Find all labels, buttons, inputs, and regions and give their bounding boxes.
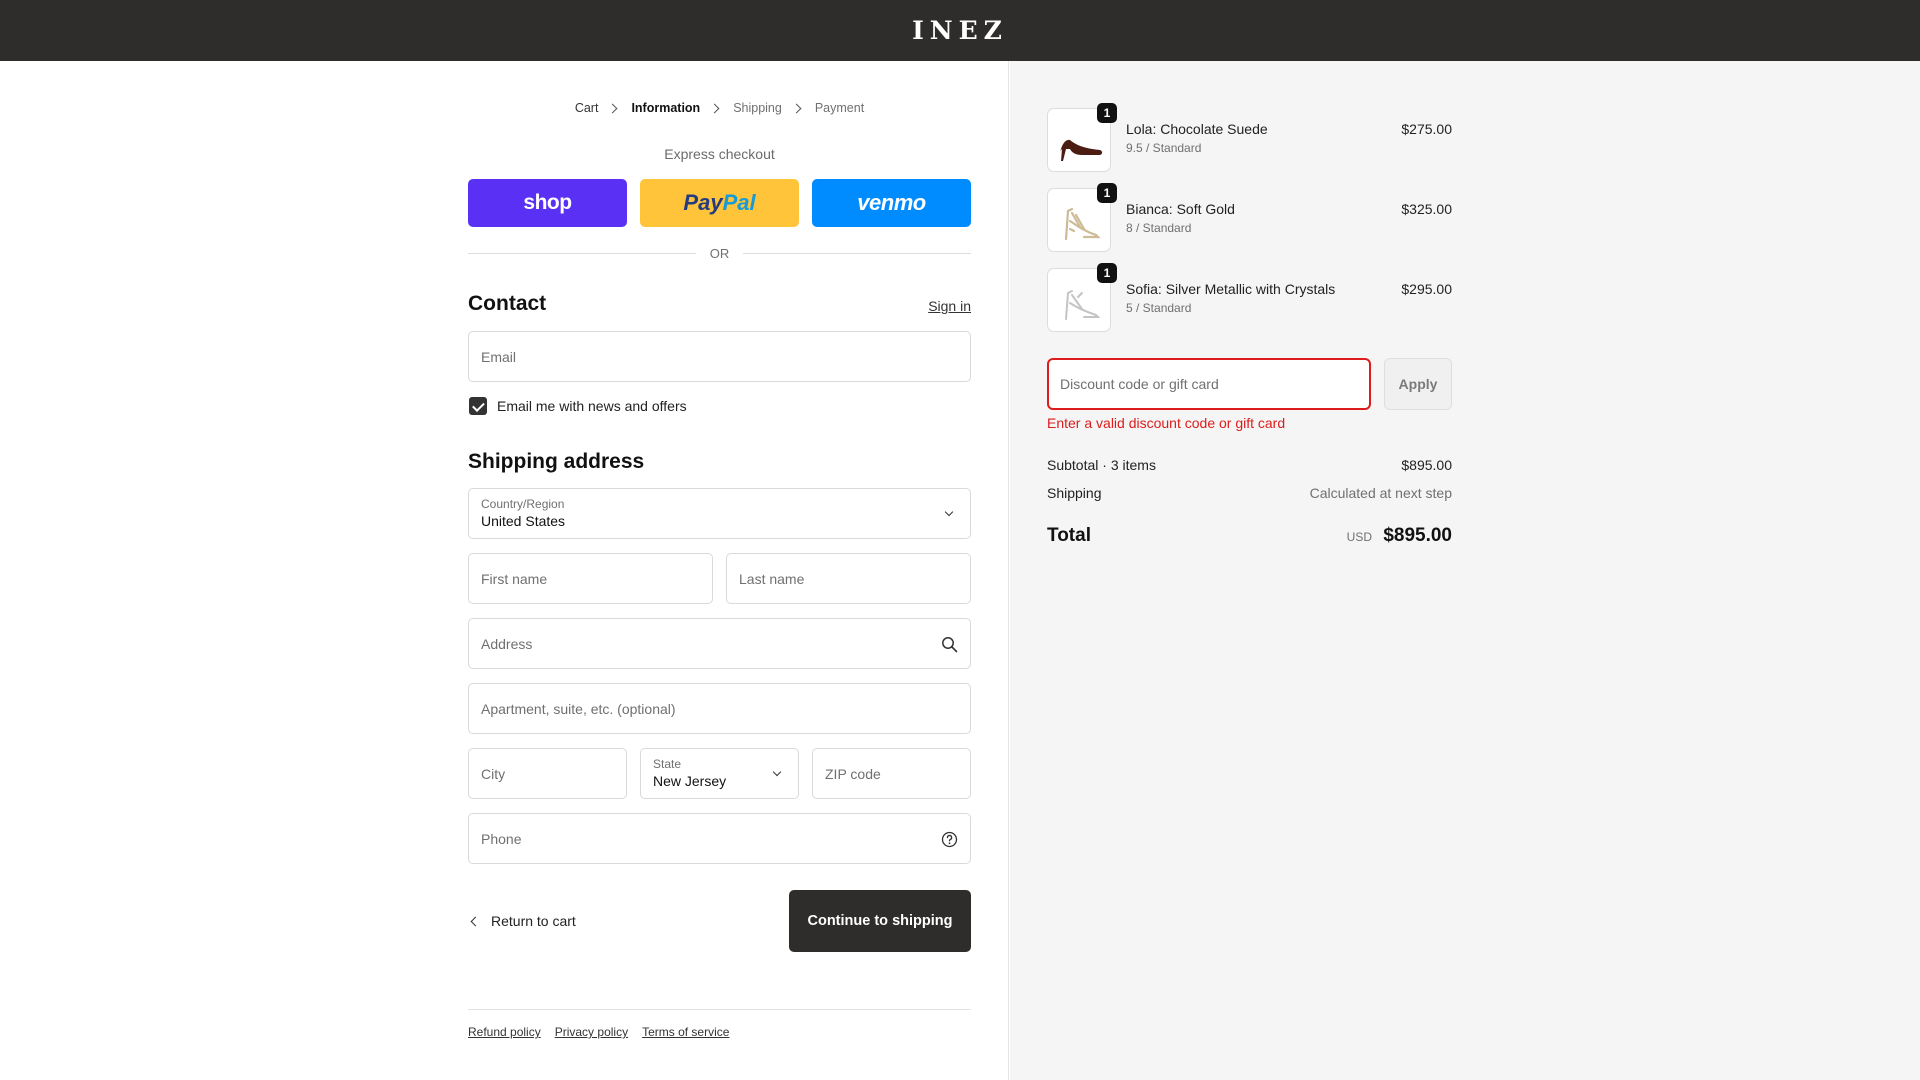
discount-error-message: Enter a valid discount code or gift card [1047,415,1286,431]
subtotal-label: Subtotal · 3 items [1047,457,1156,473]
chevron-left-icon [470,916,481,926]
total-label: Total [1047,525,1091,546]
order-summary: 1 Lola: Chocolate Suede 9.5 / Standard $… [1010,61,1920,1080]
item-name: Sofia: Silver Metallic with Crystals [1126,281,1336,297]
cart-item: 1 Sofia: Silver Metallic with Crystals 5… [1047,263,1452,332]
newsletter-checkbox-row[interactable]: Email me with news and offers [469,397,687,415]
continue-to-shipping-button[interactable]: Continue to shipping [789,890,971,952]
subtotal-value: $895.00 [1401,457,1452,473]
breadcrumb-payment: Payment [814,101,865,115]
city-field[interactable] [468,748,627,799]
chevron-right-icon [791,103,802,113]
total-value: $895.00 [1383,525,1452,546]
item-variant: 8 / Standard [1126,221,1192,235]
terms-of-service-link[interactable]: Terms of service [642,1025,729,1039]
shop-pay-button[interactable]: shop [468,179,627,227]
email-field[interactable] [468,331,971,382]
header-bar: INEZ [0,0,1920,61]
shipping-row: Shipping Calculated at next step [1047,485,1452,501]
chevron-down-icon [772,767,782,777]
divider-line [743,253,971,254]
return-to-cart-link[interactable]: Return to cart [468,913,576,929]
state-value: New Jersey [653,773,727,789]
item-name: Lola: Chocolate Suede [1126,121,1268,137]
apartment-field[interactable] [468,683,971,734]
city-input[interactable] [469,749,626,798]
paypal-logo-pay: Pay [683,190,723,215]
item-variant: 9.5 / Standard [1126,141,1202,155]
first-name-input[interactable] [469,554,712,603]
phone-input[interactable] [469,814,970,863]
last-name-field[interactable] [726,553,971,604]
chevron-right-icon [709,103,720,113]
privacy-policy-link[interactable]: Privacy policy [555,1025,628,1039]
paypal-logo-pal: Pal [722,190,756,215]
item-price: $295.00 [1401,281,1452,297]
discount-code-input[interactable] [1049,360,1369,408]
cart-item: 1 Bianca: Soft Gold 8 / Standard $325.00 [1047,183,1452,252]
quantity-badge: 1 [1097,263,1117,283]
shipping-value: Calculated at next step [1309,485,1452,501]
refund-policy-link[interactable]: Refund policy [468,1025,541,1039]
checkout-form-column: Cart Information Shipping Payment Expres… [468,61,971,1080]
item-variant: 5 / Standard [1126,301,1192,315]
contact-title: Contact [468,292,547,315]
item-price: $275.00 [1401,121,1452,137]
chevron-down-icon [944,507,954,517]
or-label: OR [709,246,730,261]
shop-pay-logo: shop [523,191,572,214]
return-to-cart-label[interactable]: Return to cart [491,913,576,929]
or-divider: OR [468,246,971,261]
venmo-button[interactable]: venmo [812,179,971,227]
apartment-input[interactable] [469,684,970,733]
breadcrumb-shipping: Shipping [733,101,782,115]
breadcrumb-cart[interactable]: Cart [575,101,599,115]
cart-item: 1 Lola: Chocolate Suede 9.5 / Standard $… [1047,103,1452,172]
brand-logo[interactable]: INEZ [912,16,1008,45]
first-name-field[interactable] [468,553,713,604]
checkout-main: Cart Information Shipping Payment Expres… [0,61,1009,1080]
order-summary-column: 1 Lola: Chocolate Suede 9.5 / Standard $… [1047,103,1452,628]
sign-in-link[interactable]: Sign in [928,298,971,314]
express-checkout-buttons: shop Pay Pal venmo [468,179,971,227]
zip-input[interactable] [813,749,970,798]
address-field[interactable] [468,618,971,669]
item-price: $325.00 [1401,201,1452,217]
total-currency: USD [1346,530,1372,544]
apply-discount-button[interactable]: Apply [1384,358,1452,410]
newsletter-checkbox[interactable] [469,397,487,415]
express-checkout-title: Express checkout [664,146,775,162]
address-input[interactable] [469,619,970,668]
quantity-badge: 1 [1097,103,1117,123]
venmo-logo: venmo [857,190,926,215]
newsletter-label[interactable]: Email me with news and offers [497,398,687,414]
state-label: State [653,757,682,771]
paypal-button[interactable]: Pay Pal [640,179,799,227]
discount-code-field[interactable] [1047,358,1371,410]
breadcrumb-information: Information [631,101,701,115]
shipping-label: Shipping [1047,485,1102,501]
country-select[interactable]: Country/Region United States [468,488,971,539]
search-icon [942,637,958,653]
email-input[interactable] [469,332,970,381]
quantity-badge: 1 [1097,183,1117,203]
footer-links: Refund policy Privacy policy Terms of se… [468,1025,729,1039]
country-label: Country/Region [481,497,565,511]
state-select[interactable]: State New Jersey [640,748,799,799]
country-value: United States [481,513,566,529]
breadcrumb: Cart Information Shipping Payment [468,101,971,115]
phone-field[interactable] [468,813,971,864]
last-name-input[interactable] [727,554,970,603]
subtotal-row: Subtotal · 3 items $895.00 [1047,457,1452,473]
item-name: Bianca: Soft Gold [1126,201,1235,217]
divider-line [468,253,696,254]
footer-divider [468,1009,971,1010]
help-icon[interactable] [941,831,958,848]
zip-field[interactable] [812,748,971,799]
shipping-address-title: Shipping address [468,450,645,473]
chevron-right-icon [607,103,618,113]
